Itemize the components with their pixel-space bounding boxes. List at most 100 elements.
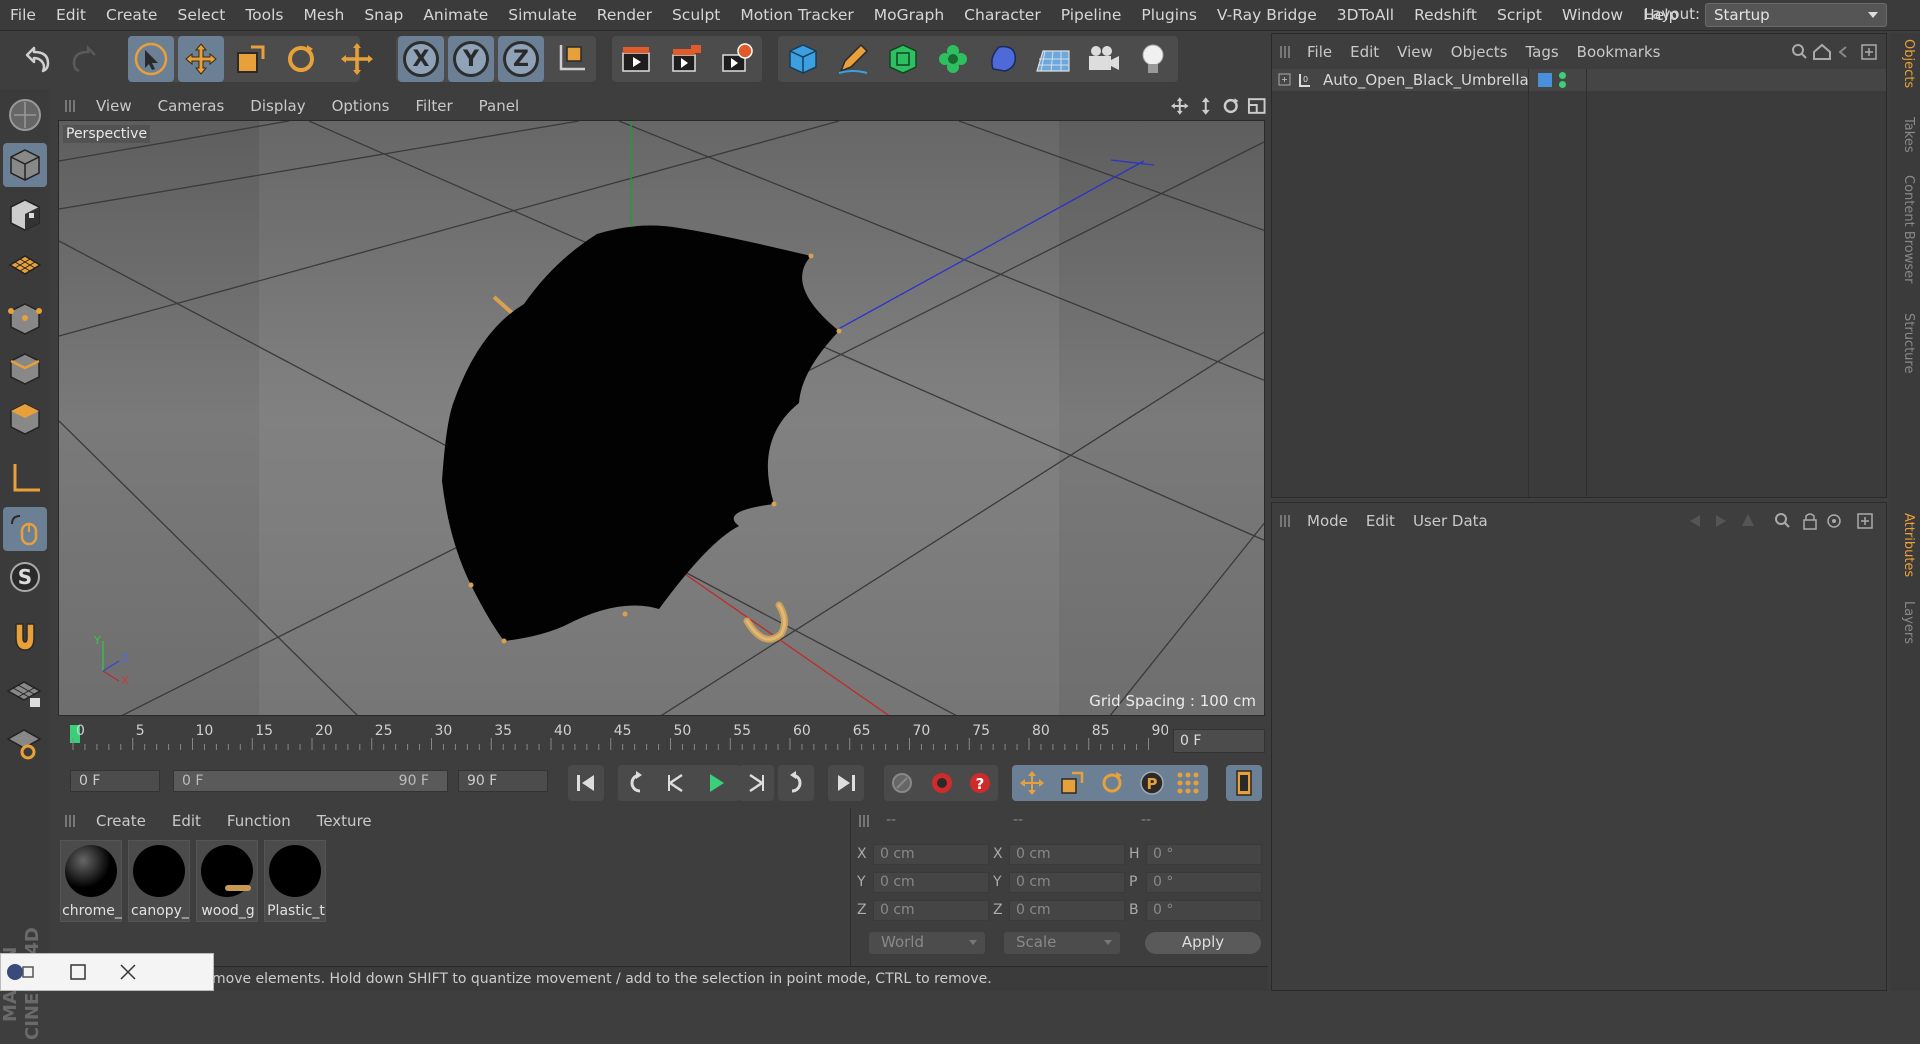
- position-y-field[interactable]: 0 cm: [873, 872, 989, 893]
- material-swatch[interactable]: canopy_: [128, 840, 190, 922]
- back-icon[interactable]: [1838, 46, 1847, 58]
- key-parameter-toggle[interactable]: P: [1134, 765, 1170, 801]
- menu-edit[interactable]: Edit: [46, 6, 96, 24]
- menu-select[interactable]: Select: [167, 6, 235, 24]
- material-menu-function[interactable]: Function: [214, 812, 304, 830]
- menu-character[interactable]: Character: [954, 6, 1051, 24]
- panel-grip-icon[interactable]: [65, 815, 77, 827]
- key-scale-toggle[interactable]: [1054, 765, 1090, 801]
- size-z-field[interactable]: 0 cm: [1009, 900, 1125, 921]
- pan-view-icon[interactable]: [1170, 96, 1190, 116]
- attribute-menu-mode[interactable]: Mode: [1298, 512, 1357, 530]
- layer-color-swatch[interactable]: [1538, 73, 1552, 87]
- menu-mograph[interactable]: MoGraph: [864, 6, 954, 24]
- layout-dropdown[interactable]: Startup: [1705, 3, 1887, 27]
- coordinate-system-button[interactable]: [548, 36, 594, 82]
- object-row[interactable]: 0 Auto_Open_Black_Umbrella: [1272, 69, 1886, 497]
- z-axis-lock-button[interactable]: Z: [498, 36, 544, 82]
- menu-plugins[interactable]: Plugins: [1131, 6, 1207, 24]
- menu-mesh[interactable]: Mesh: [294, 6, 355, 24]
- play-button[interactable]: [698, 765, 734, 801]
- transform-tool-button[interactable]: [334, 36, 380, 82]
- object-menu-file[interactable]: File: [1298, 43, 1341, 61]
- toggle-layout-icon[interactable]: [1247, 96, 1267, 116]
- move-tool-button[interactable]: [178, 36, 224, 82]
- make-editable-button[interactable]: [3, 93, 47, 137]
- perspective-viewport[interactable]: Y Z X Perspective Grid Spacing : 100 cm: [58, 120, 1265, 716]
- timeline-ruler[interactable]: 0 5 10 15 20 25 30 35 40 45 50 55 60 65 70 75 80 85 90: [58, 720, 1265, 756]
- snap-button[interactable]: [3, 615, 47, 659]
- object-menu-tags[interactable]: Tags: [1516, 43, 1567, 61]
- menu-window[interactable]: Window: [1552, 6, 1633, 24]
- next-keyframe-button[interactable]: [778, 765, 814, 801]
- tab-structure[interactable]: Structure: [1894, 313, 1916, 373]
- object-menu-view[interactable]: View: [1388, 43, 1442, 61]
- go-to-start-button[interactable]: [568, 765, 604, 801]
- menu-render[interactable]: Render: [587, 6, 662, 24]
- back-arrow-icon[interactable]: [1690, 515, 1700, 527]
- object-menu-edit[interactable]: Edit: [1341, 43, 1388, 61]
- menu-snap[interactable]: Snap: [354, 6, 413, 24]
- menu-3dtoall[interactable]: 3DToAll: [1327, 6, 1404, 24]
- target-icon[interactable]: [1827, 514, 1841, 528]
- key-position-toggle[interactable]: [1014, 765, 1050, 801]
- tab-layers[interactable]: Layers: [1894, 601, 1916, 644]
- menu-redshift[interactable]: Redshift: [1404, 6, 1487, 24]
- add-deformer-button[interactable]: [980, 36, 1026, 82]
- up-arrow-icon[interactable]: [1742, 514, 1754, 526]
- lock-workplane-button[interactable]: [3, 669, 47, 713]
- panel-grip-icon[interactable]: [859, 815, 871, 827]
- menu-sculpt[interactable]: Sculpt: [662, 6, 730, 24]
- preview-range-slider[interactable]: 0 F 90 F: [173, 770, 448, 792]
- current-frame-field[interactable]: 0 F: [1173, 729, 1265, 753]
- model-mode-button[interactable]: [3, 143, 47, 187]
- go-to-end-button[interactable]: [828, 765, 864, 801]
- position-z-field[interactable]: 0 cm: [873, 900, 989, 921]
- add-subdivision-button[interactable]: [880, 36, 926, 82]
- render-picture-viewer-button[interactable]: [664, 36, 710, 82]
- menu-simulate[interactable]: Simulate: [498, 6, 587, 24]
- record-active-objects-button[interactable]: [884, 765, 920, 801]
- texture-mode-button[interactable]: [3, 193, 47, 237]
- polygons-mode-button[interactable]: [3, 397, 47, 441]
- home-icon[interactable]: [1813, 43, 1831, 60]
- material-menu-create[interactable]: Create: [83, 812, 159, 830]
- tweak-mode-button[interactable]: [3, 507, 47, 551]
- previous-frame-button[interactable]: [658, 765, 694, 801]
- coordinate-mode-dropdown[interactable]: World: [869, 932, 985, 954]
- close-icon[interactable]: [101, 957, 161, 987]
- attribute-menu-edit[interactable]: Edit: [1357, 512, 1404, 530]
- max-time-field[interactable]: 90 F: [458, 770, 548, 792]
- solo-button[interactable]: S: [3, 555, 47, 599]
- axis-mode-button[interactable]: [3, 457, 47, 501]
- panel-grip-icon[interactable]: [1280, 46, 1292, 58]
- render-visibility-dot[interactable]: [1559, 81, 1566, 88]
- tab-objects[interactable]: Objects: [1894, 39, 1916, 88]
- menu-animate[interactable]: Animate: [413, 6, 498, 24]
- render-settings-button[interactable]: [714, 36, 760, 82]
- material-menu-edit[interactable]: Edit: [159, 812, 214, 830]
- menu-motion-tracker[interactable]: Motion Tracker: [730, 6, 863, 24]
- lock-icon[interactable]: [1803, 513, 1817, 530]
- position-x-field[interactable]: 0 cm: [873, 844, 989, 865]
- material-menu-texture[interactable]: Texture: [304, 812, 385, 830]
- rotation-b-field[interactable]: 0 °: [1146, 900, 1262, 921]
- transform-mode-dropdown[interactable]: Scale: [1004, 932, 1120, 954]
- menu-script[interactable]: Script: [1487, 6, 1552, 24]
- key-rotation-toggle[interactable]: [1094, 765, 1130, 801]
- timeline-window-button[interactable]: [1226, 765, 1262, 801]
- new-panel-icon[interactable]: [1861, 44, 1877, 60]
- add-camera-button[interactable]: [1080, 36, 1126, 82]
- viewport-menu-display[interactable]: Display: [237, 97, 318, 115]
- min-time-field[interactable]: 0 F: [70, 770, 160, 792]
- editor-visibility-dot[interactable]: [1559, 72, 1566, 79]
- key-point-level-toggle[interactable]: [1170, 765, 1206, 801]
- zoom-view-icon[interactable]: [1196, 96, 1216, 116]
- object-name[interactable]: Auto_Open_Black_Umbrella: [1323, 71, 1529, 89]
- add-cube-button[interactable]: [780, 36, 826, 82]
- tab-takes[interactable]: Takes: [1894, 117, 1916, 153]
- object-menu-bookmarks[interactable]: Bookmarks: [1568, 43, 1670, 61]
- points-mode-button[interactable]: [3, 297, 47, 341]
- object-menu-objects[interactable]: Objects: [1442, 43, 1517, 61]
- panel-grip-icon[interactable]: [65, 100, 77, 112]
